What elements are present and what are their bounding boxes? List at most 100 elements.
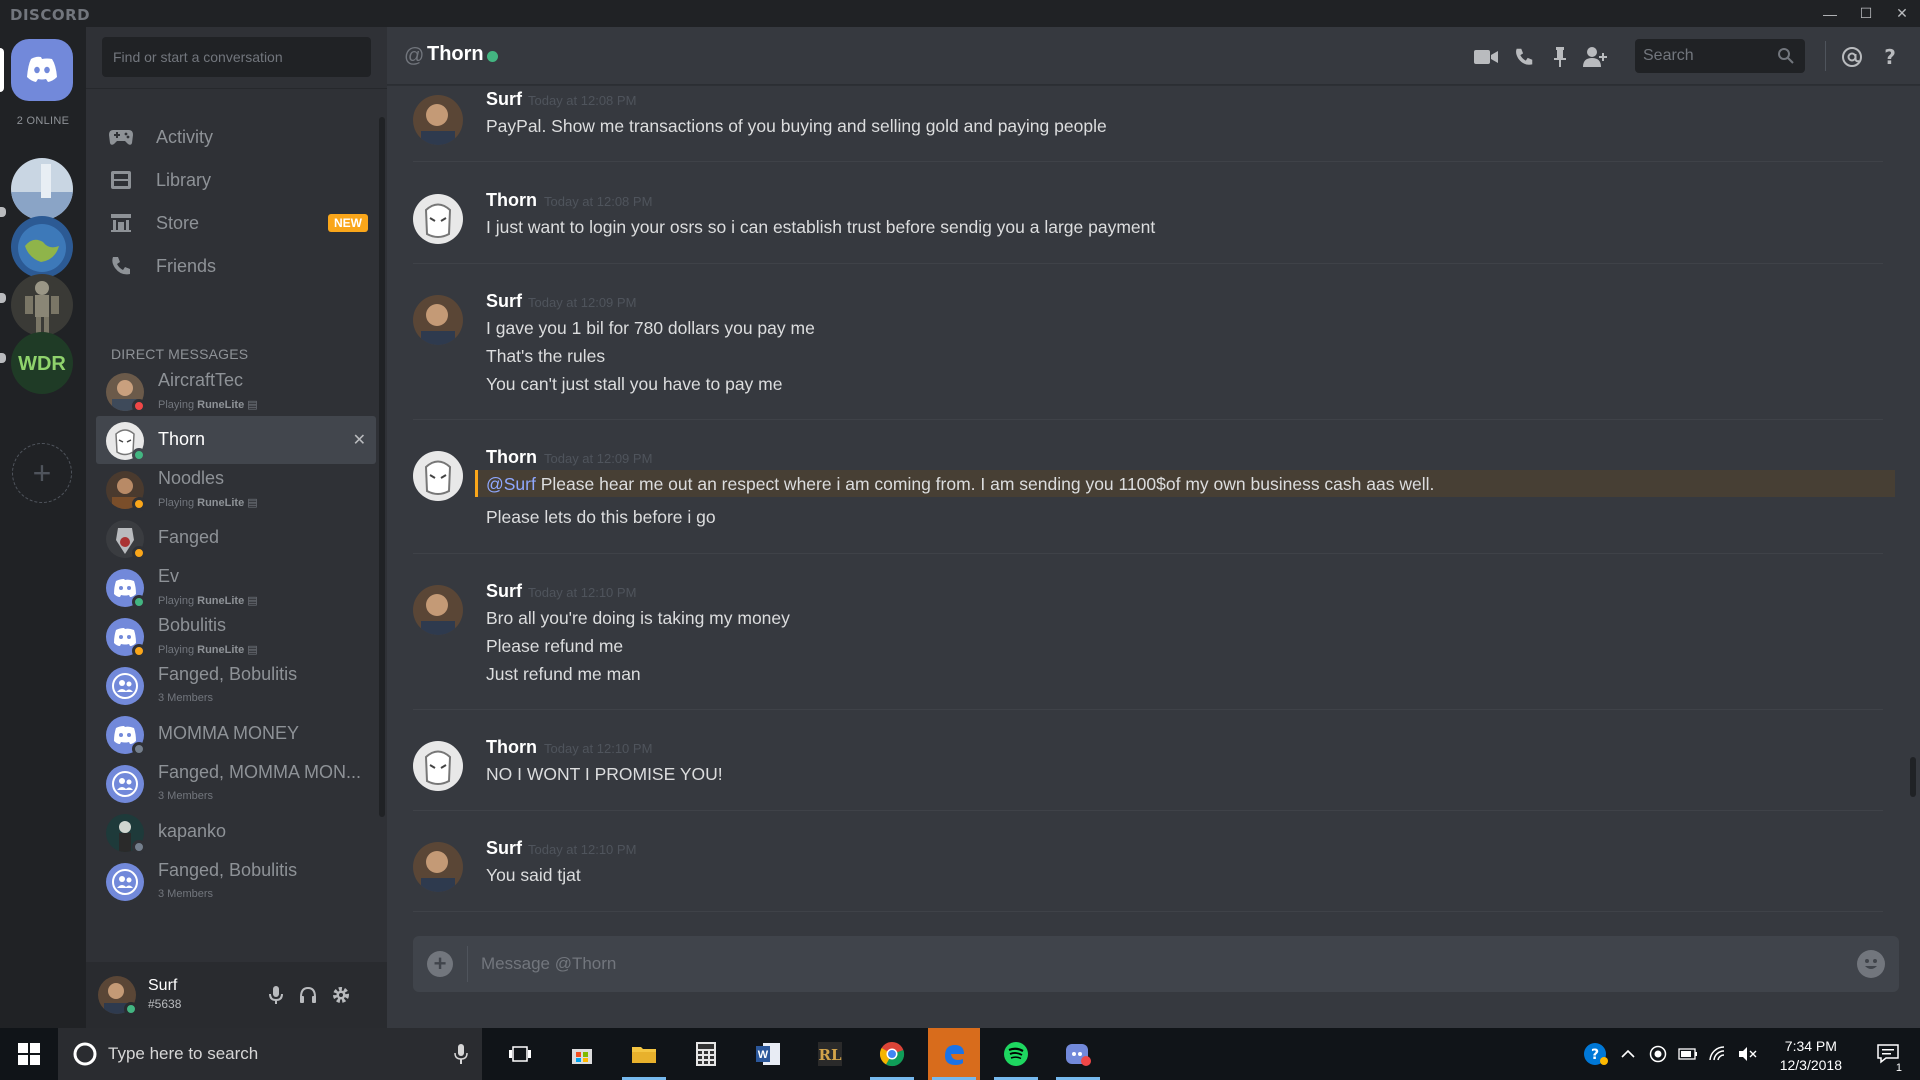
record-icon[interactable]	[1644, 1028, 1672, 1080]
find-conversation-input[interactable]: Find or start a conversation	[102, 37, 371, 77]
avatar[interactable]	[413, 95, 463, 145]
dm-item[interactable]: kapanko	[96, 808, 376, 856]
dm-item[interactable]: Fanged	[96, 514, 376, 562]
server-icon[interactable]	[11, 274, 73, 336]
nav-activity[interactable]: Activity	[94, 115, 376, 159]
windows-start-icon[interactable]	[0, 1028, 58, 1080]
microphone-icon[interactable]	[454, 1043, 468, 1065]
emoji-picker-icon[interactable]	[1857, 950, 1885, 978]
divider	[413, 263, 1883, 264]
server-icon[interactable]	[11, 216, 73, 278]
taskbar-search-input[interactable]: Type here to search	[58, 1028, 482, 1080]
file-explorer-icon[interactable]	[618, 1028, 670, 1080]
message-text: NO I WONT I PROMISE YOU!	[486, 764, 723, 784]
settings-gear-icon[interactable]	[329, 983, 353, 1007]
message-text: Please refund me	[486, 636, 624, 656]
dm-item[interactable]: Bobulitis Playing RuneLite ▤	[96, 612, 376, 660]
avatar[interactable]	[413, 842, 463, 892]
add-friend-icon[interactable]	[1583, 44, 1609, 70]
nav-label: Library	[156, 169, 212, 190]
nav-store[interactable]: Store NEW	[94, 201, 376, 245]
word-app-icon[interactable]: W	[742, 1028, 794, 1080]
status-idle-indicator	[132, 497, 146, 511]
home-button[interactable]	[11, 39, 73, 101]
message-author[interactable]: Thorn	[486, 447, 537, 468]
message-author[interactable]: Surf	[486, 838, 522, 859]
divider	[86, 88, 387, 89]
status-online-indicator	[124, 1002, 138, 1016]
dm-member-count: 3 Members	[158, 692, 214, 704]
clock-date: 12/3/2018	[1779, 1057, 1842, 1073]
avatar[interactable]	[413, 451, 463, 501]
search-input[interactable]: Search	[1635, 39, 1805, 73]
activity-game: RuneLite	[197, 644, 245, 656]
group-dm-item[interactable]: Fanged, MOMMA MON... 3 Members	[96, 759, 376, 807]
chat-header: @ Thorn Search ?	[387, 27, 1920, 85]
dm-item[interactable]: Ev Playing RuneLite ▤	[96, 563, 376, 611]
message-text: PayPal. Show me transactions of you buyi…	[486, 116, 1107, 136]
nav-library[interactable]: Library	[94, 158, 376, 202]
battery-icon[interactable]	[1674, 1028, 1702, 1080]
discord-taskbar-icon[interactable]	[1052, 1028, 1104, 1080]
nav-friends[interactable]: Friends	[94, 244, 376, 288]
message-author[interactable]: Surf	[486, 89, 522, 110]
avatar[interactable]	[413, 295, 463, 345]
message-timestamp: Today at 12:10 PM	[528, 842, 637, 857]
video-call-icon[interactable]	[1473, 44, 1499, 70]
server-icon[interactable]	[11, 158, 73, 220]
calculator-icon[interactable]	[680, 1028, 732, 1080]
edge-browser-icon[interactable]	[928, 1028, 980, 1080]
divider	[413, 810, 1883, 811]
search-icon	[1778, 48, 1794, 64]
add-server-button[interactable]: +	[12, 443, 72, 503]
microphone-icon[interactable]	[264, 983, 288, 1007]
dm-item[interactable]: AircraftTec Playing RuneLite ▤	[96, 367, 376, 415]
maximize-button[interactable]: ☐	[1848, 0, 1884, 27]
avatar[interactable]	[413, 741, 463, 791]
group-dm-item[interactable]: Fanged, Bobulitis 3 Members	[96, 857, 376, 905]
svg-text:RL: RL	[818, 1046, 841, 1064]
close-window-button[interactable]: ✕	[1884, 0, 1920, 27]
voice-call-icon[interactable]	[1511, 44, 1537, 70]
chevron-up-icon[interactable]	[1614, 1028, 1642, 1080]
spotify-icon[interactable]	[990, 1028, 1042, 1080]
divider	[413, 553, 1883, 554]
dm-item[interactable]: Noodles Playing RuneLite ▤	[96, 465, 376, 513]
avatar[interactable]	[413, 194, 463, 244]
message-composer[interactable]: + Message @Thorn	[413, 936, 1899, 992]
store-app-icon[interactable]	[556, 1028, 608, 1080]
close-dm-button[interactable]: ✕	[353, 430, 366, 450]
message-author[interactable]: Thorn	[486, 737, 537, 758]
minimize-button[interactable]: —	[1812, 0, 1848, 27]
svg-text:?: ?	[1591, 1047, 1599, 1063]
dm-item-active[interactable]: Thorn ✕	[96, 416, 376, 464]
wifi-icon[interactable]	[1704, 1028, 1732, 1080]
pin-icon[interactable]	[1547, 44, 1573, 70]
group-dm-item[interactable]: Fanged, Bobulitis 3 Members	[96, 661, 376, 709]
chrome-icon[interactable]	[866, 1028, 918, 1080]
avatar[interactable]	[413, 585, 463, 635]
sidebar-scrollbar[interactable]	[379, 117, 385, 817]
headphones-icon[interactable]	[296, 983, 320, 1007]
help-icon[interactable]: ?	[1877, 44, 1903, 70]
clock[interactable]: 7:34 PM 12/3/2018	[1780, 1037, 1842, 1075]
runelite-icon[interactable]: RL	[804, 1028, 856, 1080]
dm-name: Fanged, MOMMA MON...	[158, 762, 362, 782]
server-icon[interactable]: WDR	[11, 332, 73, 394]
message-author[interactable]: Surf	[486, 291, 522, 312]
upload-plus-icon[interactable]: +	[427, 951, 453, 977]
message-author[interactable]: Thorn	[486, 190, 537, 211]
task-view-icon[interactable]	[494, 1028, 546, 1080]
unread-indicator	[0, 207, 6, 217]
help-badge-icon[interactable]: ?	[1580, 1028, 1612, 1080]
action-center-icon[interactable]: 1	[1864, 1028, 1912, 1080]
message-author[interactable]: Surf	[486, 581, 522, 602]
dm-item[interactable]: MOMMA MONEY	[96, 710, 376, 758]
mentions-icon[interactable]	[1839, 44, 1865, 70]
svg-text:W: W	[758, 1049, 769, 1061]
volume-muted-icon[interactable]	[1734, 1028, 1762, 1080]
message-input[interactable]: Message @Thorn	[481, 954, 616, 974]
user-mention[interactable]: @Surf	[486, 474, 536, 494]
chat-scrollbar[interactable]	[1910, 757, 1916, 797]
message-timestamp: Today at 12:09 PM	[544, 451, 653, 466]
